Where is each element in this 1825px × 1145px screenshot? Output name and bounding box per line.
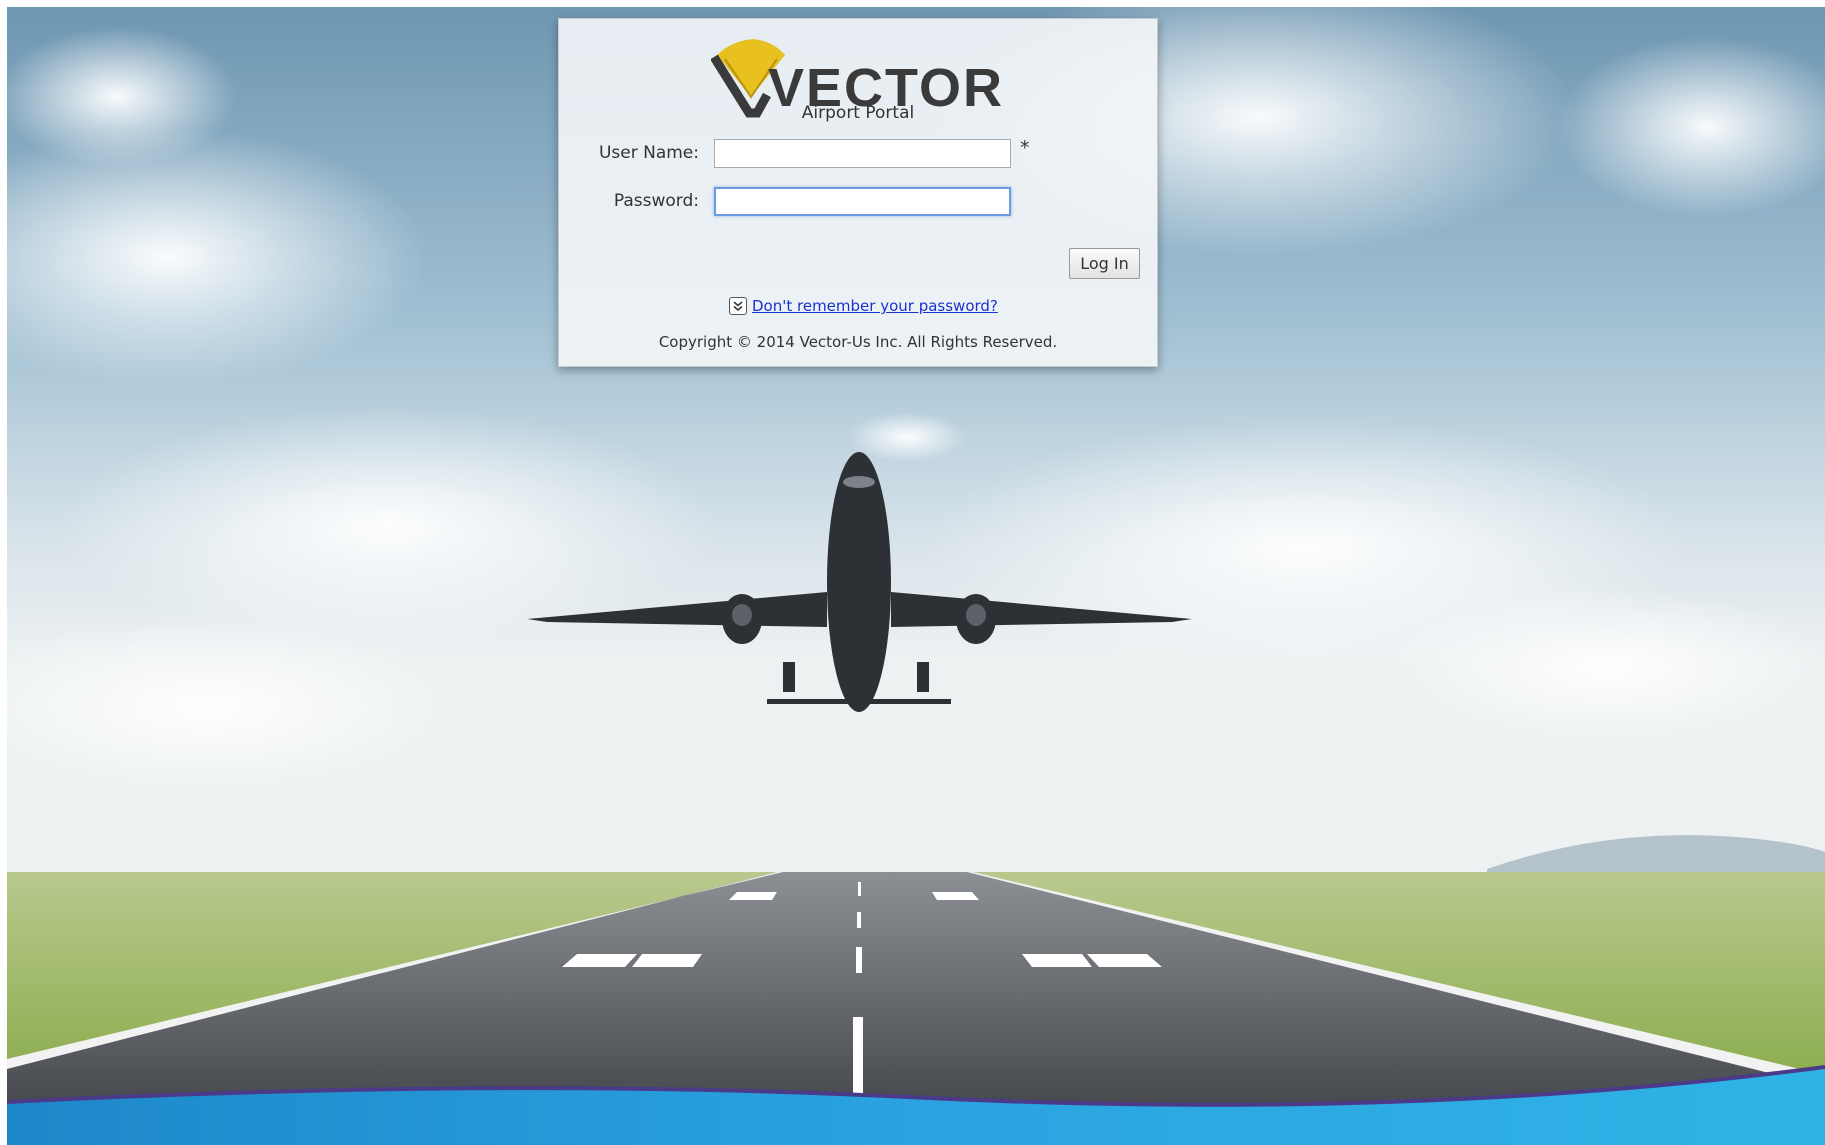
password-input[interactable]	[714, 187, 1011, 216]
portal-subtitle: Airport Portal	[801, 103, 915, 123]
login-panel: VECTOR Airport Portal User Name: * Passw…	[558, 18, 1158, 367]
login-button[interactable]: Log In	[1069, 248, 1140, 279]
forgot-password-link[interactable]: Don't remember your password?	[752, 297, 998, 315]
forgot-password-row: Don't remember your password?	[729, 295, 998, 317]
double-chevron-down-icon[interactable]	[729, 297, 747, 315]
copyright-text: Copyright © 2014 Vector-Us Inc. All Righ…	[658, 333, 1058, 351]
username-label: User Name:	[598, 143, 699, 163]
username-input[interactable]	[714, 139, 1011, 168]
required-indicator: *	[1020, 137, 1030, 159]
password-label: Password:	[613, 191, 699, 211]
